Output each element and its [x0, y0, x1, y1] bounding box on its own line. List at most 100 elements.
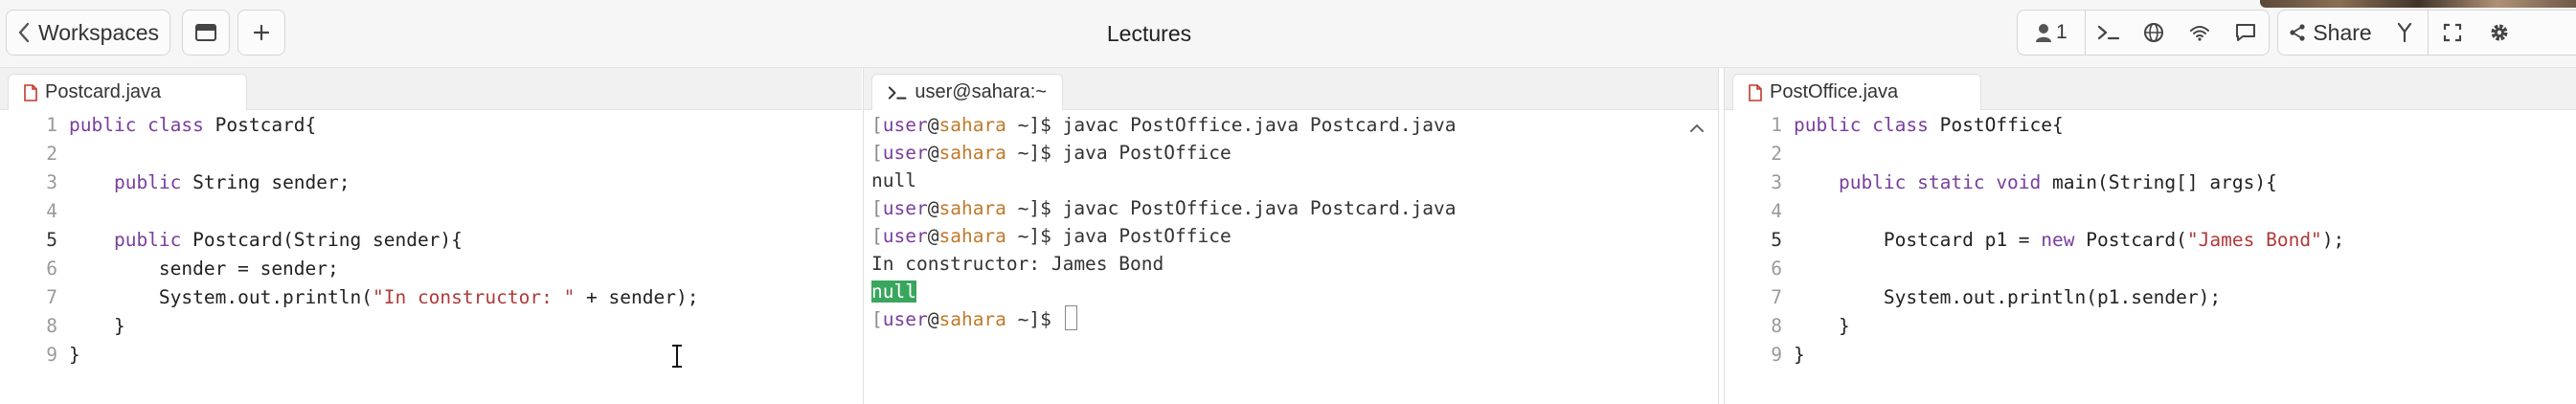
code-text: );: [2321, 229, 2345, 251]
code-text: main(String[] args){: [2041, 171, 2277, 193]
code-text: Postcard(String sender){: [181, 229, 463, 251]
code-text: }: [1794, 315, 1850, 337]
plus-icon: [253, 24, 270, 41]
code-keyword: new: [2041, 229, 2075, 251]
settings-button[interactable]: [2476, 11, 2522, 55]
terminal-line: [user@sahara ~]$ javac PostOffice.java P…: [871, 197, 1457, 219]
code-keyword: public: [69, 171, 182, 193]
window-title: Lectures: [1106, 20, 1192, 46]
globe-icon: [2144, 23, 2164, 42]
prompt-user: user: [882, 308, 928, 330]
terminal-line: [user@sahara ~]$ javac PostOffice.java P…: [871, 114, 1457, 136]
chevron-left-icon: [18, 22, 30, 43]
left-editor-pane: Postcard.java 1 public class Postcard{ 2 …: [0, 68, 862, 404]
line-number: 6: [46, 258, 57, 280]
line-number: 2: [1771, 143, 1782, 165]
code-string: "In constructor: ": [372, 286, 576, 308]
terminal-prompt-line: [user@sahara ~]$: [871, 305, 1077, 333]
code-text: Postcard(: [2074, 229, 2187, 251]
chevron-up-icon[interactable]: [1689, 123, 1705, 133]
prompt-host: sahara: [938, 308, 1006, 330]
right-tab-bar: PostOffice.java: [1725, 68, 2576, 110]
fork-button[interactable]: [2382, 11, 2428, 55]
terminal-icon: [888, 85, 907, 100]
java-file-icon: [1749, 83, 1762, 101]
share-icon: [2290, 24, 2305, 41]
tab-terminal[interactable]: user@sahara:~: [871, 74, 1063, 110]
line-number: 4: [46, 200, 57, 222]
add-button[interactable]: [237, 10, 285, 56]
java-file-icon: [24, 83, 37, 101]
code-editor[interactable]: 1 public class Postcard{ 2 3 public Strin…: [0, 111, 862, 404]
code-keyword: public: [69, 229, 182, 251]
participant-count: 1: [2056, 21, 2068, 43]
terminal-pane: user@sahara:~ [user@sahara ~]$ javac Pos…: [863, 68, 1719, 404]
line-number: 9: [1771, 344, 1782, 366]
prompt-host: sahara: [938, 225, 1006, 247]
browser-button[interactable]: [2132, 11, 2178, 55]
share-button[interactable]: Share: [2278, 11, 2382, 55]
code-text: }: [69, 344, 80, 366]
participants-button[interactable]: 1: [2018, 11, 2085, 55]
prompt-user: user: [882, 225, 928, 247]
share-label: Share: [2313, 19, 2372, 45]
line-number: 1: [1771, 114, 1782, 136]
tab-label: PostOffice.java: [1770, 81, 1899, 102]
sidebar-toggle-button[interactable]: [182, 10, 230, 56]
code-string: "James Bond": [2186, 229, 2322, 251]
line-number: 5: [1771, 229, 1782, 251]
tab-postcard-java[interactable]: Postcard.java: [8, 74, 247, 110]
code-text: Postcard p1 =: [1794, 229, 2042, 251]
code-text: System.out.println(p1.sender);: [1794, 286, 2222, 308]
terminal-cursor: [1064, 305, 1077, 330]
prompt-host: sahara: [938, 197, 1006, 219]
chat-button[interactable]: [2223, 11, 2269, 55]
code-text: sender = sender;: [69, 258, 339, 280]
webcam-overlay: [2260, 0, 2576, 8]
prompt-user: user: [882, 114, 928, 136]
terminal-line: [user@sahara ~]$ java PostOffice: [871, 142, 1232, 164]
tab-label: user@sahara:~: [915, 81, 1047, 102]
code-keyword: public static void: [1794, 171, 2042, 193]
prompt-host: sahara: [938, 114, 1006, 136]
network-button[interactable]: [2177, 11, 2223, 55]
prompt-host: sahara: [938, 142, 1006, 164]
terminal-line: [user@sahara ~]$ java PostOffice: [871, 225, 1232, 247]
terminal-button[interactable]: [2086, 11, 2132, 55]
top-bar: Workspaces Lectures 1 Share: [0, 0, 2576, 68]
code-text: System.out.println(: [69, 286, 373, 308]
selected-output: null: [871, 281, 916, 303]
code-keyword: public class: [1794, 114, 1929, 136]
fullscreen-icon: [2443, 23, 2462, 42]
line-number: 2: [46, 143, 57, 165]
terminal-output-line: In constructor: James Bond: [871, 253, 1164, 275]
code-text: PostOffice{: [1928, 114, 2064, 136]
fullscreen-button[interactable]: [2429, 11, 2476, 55]
line-number: 1: [46, 114, 57, 136]
tools-group: 1: [2017, 10, 2270, 56]
terminal-output[interactable]: [user@sahara ~]$ javac PostOffice.java P…: [864, 111, 1718, 404]
line-number: 3: [1771, 171, 1782, 193]
line-number: 5: [46, 229, 57, 251]
code-text: + sender);: [575, 286, 699, 308]
terminal-output-line: null: [871, 278, 916, 305]
terminal-icon: [2097, 25, 2119, 40]
line-number: 9: [46, 344, 57, 366]
code-text: }: [69, 315, 125, 337]
code-keyword: public class: [69, 114, 204, 136]
terminal-tab-bar: user@sahara:~: [864, 68, 1718, 110]
left-tab-bar: Postcard.java: [0, 68, 862, 110]
wifi-icon: [2190, 26, 2210, 41]
workspaces-back-button[interactable]: Workspaces: [6, 10, 170, 56]
line-number: 6: [1771, 258, 1782, 280]
prompt-user: user: [882, 197, 928, 219]
line-number: 3: [46, 171, 57, 193]
sidebar-icon: [195, 24, 216, 41]
code-editor[interactable]: 1 public class PostOffice{ 2 3 public sta…: [1725, 111, 2576, 404]
command: java PostOffice: [1062, 225, 1232, 247]
fork-icon: [2397, 22, 2412, 43]
tab-postoffice-java[interactable]: PostOffice.java: [1732, 74, 1981, 110]
line-number: 7: [1771, 286, 1782, 308]
share-group: Share: [2277, 10, 2576, 56]
command: javac PostOffice.java Postcard.java: [1062, 114, 1457, 136]
